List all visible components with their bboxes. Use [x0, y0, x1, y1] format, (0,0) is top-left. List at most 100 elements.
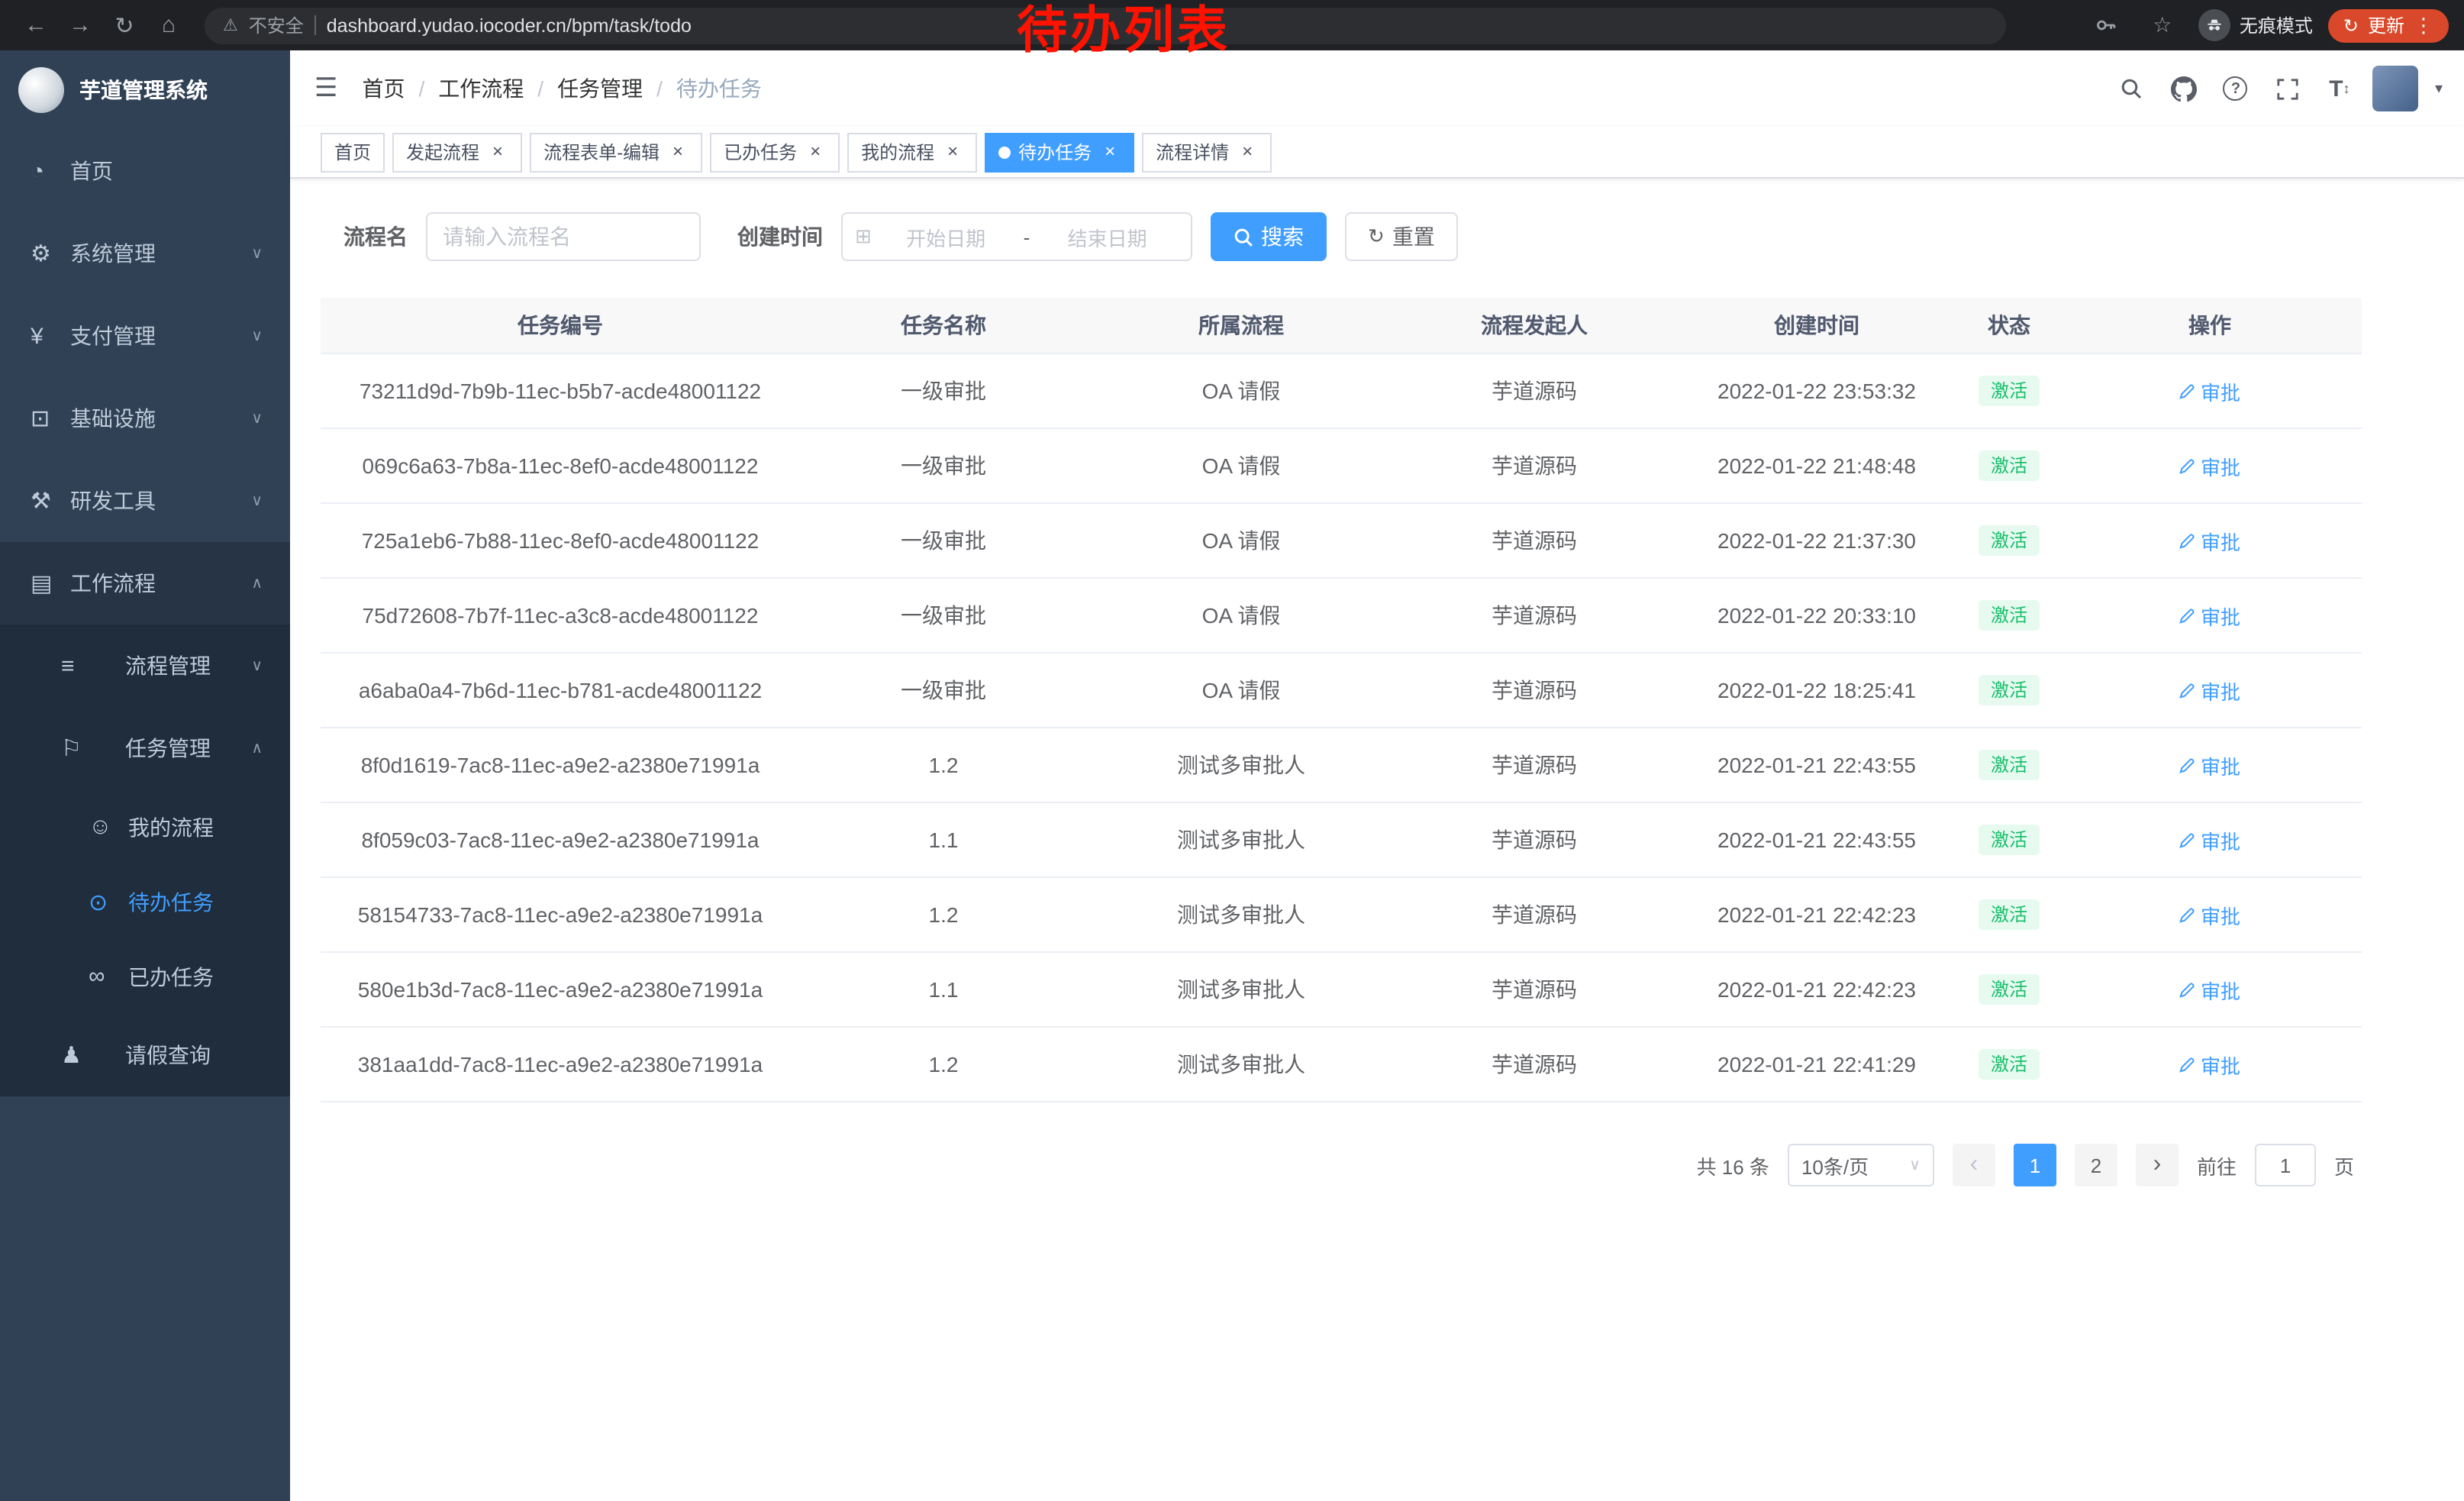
- sidebar-item-8[interactable]: ☺我的流程: [0, 789, 290, 864]
- tab-close-icon[interactable]: ×: [1237, 141, 1258, 163]
- approve-link[interactable]: 审批: [2179, 451, 2240, 480]
- sidebar-toggle-icon[interactable]: ☰: [290, 73, 363, 104]
- cell-starter: 芋道源码: [1395, 750, 1673, 780]
- browser-back-button[interactable]: ←: [15, 5, 56, 46]
- page-size-select[interactable]: 10条/页 ∨: [1788, 1144, 1934, 1186]
- avatar-caret-icon[interactable]: ▾: [2435, 80, 2443, 97]
- incognito-indicator: 无痕模式: [2198, 9, 2313, 41]
- sidebar-item-6[interactable]: ≡流程管理∨: [0, 625, 290, 707]
- tab-close-icon[interactable]: ×: [805, 141, 826, 163]
- view-tab-1[interactable]: 发起流程×: [392, 132, 522, 172]
- reset-button[interactable]: ↻ 重置: [1345, 212, 1458, 261]
- view-tab-5[interactable]: 待办任务×: [985, 132, 1134, 172]
- goto-page-input[interactable]: [2255, 1144, 2316, 1186]
- breadcrumb-separator: /: [419, 76, 425, 101]
- process-name-input[interactable]: [426, 212, 701, 261]
- bookmark-star-icon[interactable]: ☆: [2142, 5, 2183, 46]
- approve-link[interactable]: 审批: [2179, 601, 2240, 630]
- fullscreen-icon[interactable]: [2269, 69, 2307, 108]
- font-size-icon[interactable]: T↕: [2320, 69, 2359, 108]
- approve-link[interactable]: 审批: [2179, 750, 2240, 780]
- github-icon[interactable]: [2165, 69, 2203, 108]
- tab-close-icon[interactable]: ×: [1099, 141, 1121, 163]
- user-avatar[interactable]: [2372, 66, 2418, 111]
- cell-name: 一级审批: [800, 376, 1087, 406]
- breadcrumb-item[interactable]: 工作流程: [438, 73, 524, 104]
- cell-name: 一级审批: [800, 525, 1087, 556]
- cell-name: 1.2: [800, 902, 1087, 927]
- breadcrumb-item[interactable]: 任务管理: [557, 73, 643, 104]
- sidebar-item-label: 流程管理: [125, 650, 211, 681]
- sidebar-item-2[interactable]: ¥支付管理∨: [0, 295, 290, 377]
- sidebar-item-7[interactable]: ⚐任务管理∧: [0, 707, 290, 789]
- tab-close-icon[interactable]: ×: [487, 141, 508, 163]
- date-range-picker[interactable]: ⊞ 开始日期 - 结束日期: [841, 212, 1192, 261]
- cell-starter: 芋道源码: [1395, 450, 1673, 481]
- sidebar-item-0[interactable]: ◔首页: [0, 130, 290, 212]
- sidebar-item-3[interactable]: ⊡基础设施∨: [0, 377, 290, 460]
- search-icon[interactable]: [2113, 69, 2151, 108]
- sidebar-item-10[interactable]: ∞已办任务: [0, 939, 290, 1014]
- view-tab-6[interactable]: 流程详情×: [1142, 132, 1272, 172]
- tab-label: 已办任务: [724, 139, 797, 165]
- key-icon[interactable]: [2085, 5, 2127, 46]
- approve-link[interactable]: 审批: [2179, 975, 2240, 1004]
- browser-menu-icon[interactable]: ⋮: [2414, 13, 2433, 37]
- column-header: 任务编号: [321, 310, 800, 341]
- todo-eye-icon: ⊙: [89, 888, 128, 915]
- sidebar-item-4[interactable]: ⚒研发工具∨: [0, 460, 290, 542]
- view-tab-4[interactable]: 我的流程×: [847, 132, 977, 172]
- browser-reload-button[interactable]: ↻: [104, 5, 145, 46]
- cell-starter: 芋道源码: [1395, 525, 1673, 556]
- page-button-1[interactable]: 1: [2014, 1144, 2056, 1186]
- tab-close-icon[interactable]: ×: [942, 141, 963, 163]
- incognito-icon: [2198, 9, 2230, 41]
- sidebar-item-11[interactable]: ♟请假查询: [0, 1014, 290, 1096]
- incognito-label: 无痕模式: [2240, 12, 2313, 38]
- sidebar-item-5[interactable]: ▤工作流程∧: [0, 542, 290, 625]
- approve-link[interactable]: 审批: [2179, 900, 2240, 929]
- table-row: 381aa1dd-7ac8-11ec-a9e2-a2380e71991a1.2测…: [321, 1028, 2362, 1102]
- next-arrow-icon: ›: [2153, 1153, 2162, 1177]
- cell-time: 2022-01-22 20:33:10: [1673, 603, 1960, 628]
- cell-starter: 芋道源码: [1395, 1049, 1673, 1080]
- sidebar-item-9[interactable]: ⊙待办任务: [0, 864, 290, 939]
- start-date-input[interactable]: 开始日期: [875, 222, 1018, 251]
- browser-home-button[interactable]: ⌂: [148, 5, 189, 46]
- chevron-down-icon: ∨: [251, 657, 263, 674]
- update-button[interactable]: ↻ 更新 ⋮: [2328, 8, 2449, 42]
- sidebar-item-label: 研发工具: [70, 486, 156, 516]
- page-button-2[interactable]: 2: [2075, 1144, 2117, 1186]
- status-badge: 激活: [1979, 525, 2040, 556]
- sidebar-item-label: 任务管理: [125, 733, 211, 763]
- approve-link[interactable]: 审批: [2179, 825, 2240, 854]
- help-icon[interactable]: ?: [2217, 69, 2255, 108]
- approve-link[interactable]: 审批: [2179, 376, 2240, 405]
- view-tab-2[interactable]: 流程表单-编辑×: [530, 132, 702, 172]
- next-page-button[interactable]: ›: [2136, 1144, 2179, 1186]
- breadcrumb-item[interactable]: 首页: [363, 73, 405, 104]
- table-row: 58154733-7ac8-11ec-a9e2-a2380e71991a1.2测…: [321, 878, 2362, 953]
- search-button-label: 搜索: [1261, 221, 1304, 252]
- end-date-input[interactable]: 结束日期: [1036, 222, 1179, 251]
- cell-id: 58154733-7ac8-11ec-a9e2-a2380e71991a: [321, 902, 800, 927]
- app-logo[interactable]: 芋道管理系统: [0, 50, 290, 130]
- approve-link[interactable]: 审批: [2179, 676, 2240, 705]
- prev-page-button[interactable]: ‹: [1953, 1144, 1995, 1186]
- sidebar-item-1[interactable]: ⚙系统管理∨: [0, 212, 290, 295]
- cell-time: 2022-01-21 22:43:55: [1673, 828, 1960, 852]
- edit-icon: [2179, 532, 2196, 549]
- cell-action: 审批: [2058, 1050, 2362, 1079]
- tab-close-icon[interactable]: ×: [667, 141, 689, 163]
- cell-action: 审批: [2058, 975, 2362, 1004]
- view-tab-0[interactable]: 首页: [321, 132, 385, 172]
- chevron-up-icon: ∧: [251, 575, 263, 592]
- view-tab-3[interactable]: 已办任务 ×: [710, 132, 840, 172]
- cell-process: 测试多审批人: [1087, 825, 1395, 855]
- browser-window: ← → ↻ ⌂ ⚠ 不安全 dashboard.yudao.iocoder.cn…: [0, 0, 2464, 1501]
- goto-unit-label: 页: [2334, 1151, 2354, 1180]
- search-button[interactable]: 搜索: [1211, 212, 1327, 261]
- approve-link[interactable]: 审批: [2179, 1050, 2240, 1079]
- browser-forward-button[interactable]: →: [60, 5, 101, 46]
- approve-link[interactable]: 审批: [2179, 526, 2240, 555]
